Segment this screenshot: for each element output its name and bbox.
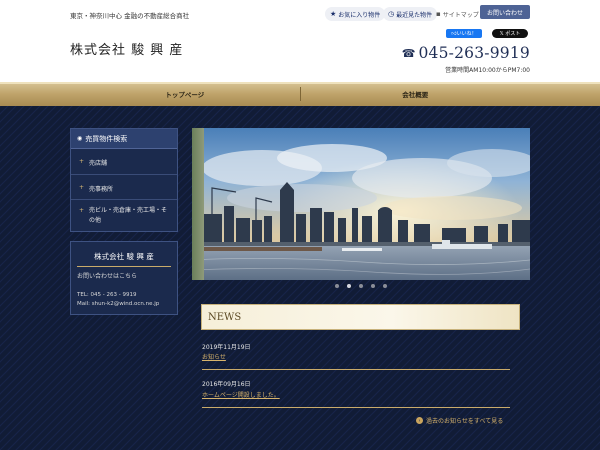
news-divider (202, 369, 510, 370)
news-archive-label: 過去のお知らせをすべて見る (426, 418, 504, 425)
contact-button[interactable]: お問い合わせ (480, 5, 530, 19)
recent-label: 最近見た物件 (396, 11, 433, 19)
property-search-heading: ◉ 売買物件検索 (71, 129, 177, 149)
arrow-right-circle-icon: › (416, 417, 423, 424)
clock-icon: ◷ (388, 10, 395, 18)
slider-pagination (192, 284, 530, 288)
nav-highlight (0, 82, 600, 84)
slider-previous-edge[interactable] (192, 128, 204, 280)
property-search-menu: ◉ 売買物件検索 + 売店舗 + 売事務所 + 売ビル・売倉庫・売工場・その他 (70, 128, 178, 232)
news-link[interactable]: お知らせ (202, 352, 226, 361)
slider-dot[interactable] (335, 284, 339, 288)
yokohama-skyline-photo (192, 128, 530, 280)
global-nav: トップページ 会社概要 (0, 82, 600, 106)
nav-item-top[interactable]: トップページ (70, 82, 300, 106)
favorites-label: お気に入り物件 (338, 11, 381, 19)
business-hours: 営業時間AM10:00からPM7:00 (445, 67, 530, 74)
sitemap-link[interactable]: ▪ サイトマップ (436, 7, 479, 21)
company-tel: TEL: 045 - 263 - 9919 (77, 292, 137, 298)
company-info-box: 株式会社 駿 興 産 お問い合わせはこちら TEL: 045 - 263 - 9… (70, 241, 178, 315)
site-header: 東京・神奈川中心 金融の不動産総合商社 株式会社 駿 興 産 ★ お気に入り物件… (0, 0, 600, 82)
square-icon: ▪ (436, 10, 441, 18)
company-name: 株式会社 駿 興 産 (94, 252, 154, 261)
star-icon: ★ (330, 10, 337, 18)
phone-number[interactable]: ☎ 045-263-9919 (402, 44, 530, 62)
like-label: いいね！ (456, 31, 477, 37)
news-title: NEWS (208, 311, 242, 323)
phone-number-text: 045-263-9919 (418, 44, 530, 62)
company-contact-link[interactable]: お問い合わせはこちら (77, 271, 137, 280)
sidebar-item-label: 売店舗 (89, 160, 108, 167)
site-tagline: 東京・神奈川中心 金融の不動産総合商社 (70, 12, 190, 20)
phone-icon: ☎ (401, 46, 416, 60)
news-divider (202, 407, 510, 408)
news-date: 2016年09月16日 (202, 381, 251, 388)
sidebar-item-building[interactable]: + 売ビル・売倉庫・売工場・その他 (71, 200, 177, 232)
sitemap-label: サイトマップ (442, 11, 479, 19)
hero-slider[interactable] (192, 128, 530, 280)
sidebar-item-office[interactable]: + 売事務所 (71, 175, 177, 200)
sidebar-item-label: 売ビル・売倉庫・売工場・その他 (89, 207, 168, 224)
slider-dot[interactable] (359, 284, 363, 288)
slider-dot[interactable] (383, 284, 387, 288)
sidebar-item-store[interactable]: + 売店舗 (71, 149, 177, 175)
news-archive-link[interactable]: › 過去のお知らせをすべて見る (416, 416, 503, 425)
property-search-title: 売買物件検索 (85, 134, 128, 143)
post-label: ポスト (505, 31, 521, 37)
bullet-icon: + (79, 184, 85, 191)
news-heading-bar: NEWS (201, 304, 520, 330)
facebook-like-button[interactable]: 👍︎ いいね！ (446, 29, 482, 38)
slider-dot-active[interactable] (347, 284, 351, 288)
news-date: 2019年11月19日 (202, 344, 251, 351)
news-link[interactable]: ホームページ開設しました。 (202, 390, 280, 399)
company-divider (77, 266, 171, 267)
search-icon: ◉ (77, 135, 83, 142)
bullet-icon: + (79, 158, 85, 165)
recent-link[interactable]: ◷ 最近見た物件 (383, 7, 438, 21)
nav-item-company[interactable]: 会社概要 (301, 82, 531, 106)
x-post-button[interactable]: 𝕏 ポスト (492, 29, 528, 38)
slider-dot[interactable] (371, 284, 375, 288)
bullet-icon: + (79, 207, 85, 214)
site-logo[interactable]: 株式会社 駿 興 産 (70, 39, 183, 58)
sidebar-item-label: 売事務所 (89, 186, 114, 193)
company-mail[interactable]: Mail: shun-k2@wind.ocn.ne.jp (77, 301, 159, 307)
favorites-link[interactable]: ★ お気に入り物件 (325, 7, 386, 21)
